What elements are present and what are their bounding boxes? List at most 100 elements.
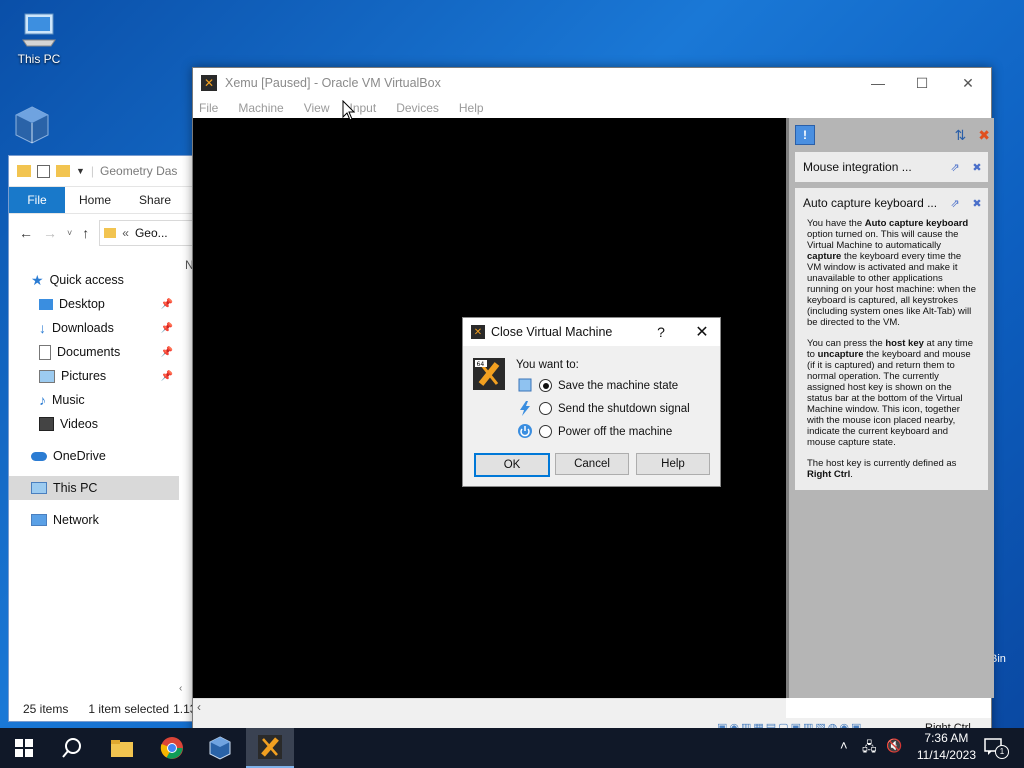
notification-mouse-integration: Mouse integration ... ⇗ ✖ bbox=[795, 152, 988, 182]
dialog-help-button[interactable]: ? bbox=[644, 324, 678, 340]
mouse-cursor-icon bbox=[342, 99, 356, 125]
sort-icon[interactable]: ⇅ bbox=[955, 127, 967, 144]
forward-arrow-icon[interactable]: → bbox=[43, 225, 57, 241]
minimize-button[interactable]: — bbox=[855, 68, 901, 98]
menu-machine[interactable]: Machine bbox=[238, 101, 283, 115]
close-icon[interactable]: ✖ bbox=[966, 197, 988, 210]
film-icon bbox=[39, 417, 54, 431]
notification-body: You have the Auto capture keyboard optio… bbox=[807, 218, 976, 480]
option-power-off[interactable]: Power off the machine bbox=[539, 425, 672, 438]
folder-icon bbox=[56, 165, 70, 177]
close-vm-dialog[interactable]: ✕ Close Virtual Machine ? ✕ 64 You want … bbox=[462, 317, 721, 487]
explorer-address-row: ← → ˅ ↑ « Geo... bbox=[9, 214, 194, 252]
item-count: 25 items bbox=[23, 702, 69, 716]
close-icon[interactable]: ✖ bbox=[966, 161, 988, 174]
music-note-icon: ♪ bbox=[39, 392, 46, 408]
ribbon-home-tab[interactable]: Home bbox=[65, 193, 125, 207]
nav-item-desktop[interactable]: Desktop 📌 bbox=[9, 292, 179, 316]
chevron-down-icon[interactable]: ˅ bbox=[67, 228, 72, 238]
radio-shutdown-signal[interactable] bbox=[539, 402, 552, 415]
cancel-button[interactable]: Cancel bbox=[555, 453, 629, 475]
notification-title: Auto capture keyboard ... bbox=[803, 196, 938, 210]
pin-icon[interactable]: 📌 bbox=[161, 323, 173, 334]
nav-item-quick-access[interactable]: ★ Quick access bbox=[9, 268, 179, 292]
nav-item-this-pc[interactable]: This PC bbox=[9, 476, 179, 500]
star-icon: ★ bbox=[31, 271, 44, 288]
nav-item-onedrive[interactable]: OneDrive bbox=[9, 444, 179, 468]
network-status-icon[interactable]: 🖧 bbox=[862, 738, 877, 760]
option-save-state[interactable]: Save the machine state bbox=[539, 379, 678, 392]
up-arrow-icon[interactable]: ↑ bbox=[82, 225, 89, 241]
nav-item-network[interactable]: Network bbox=[9, 508, 179, 532]
pin-icon[interactable]: 📌 bbox=[161, 347, 173, 358]
svg-text:64: 64 bbox=[477, 361, 485, 368]
nav-item-downloads[interactable]: ↓ Downloads 📌 bbox=[9, 316, 179, 340]
network-icon bbox=[31, 514, 47, 526]
nav-item-documents[interactable]: Documents 📌 bbox=[9, 340, 179, 364]
file-explorer-window[interactable]: ▼ | Geometry Das File Home Share ← → ˅ ↑… bbox=[8, 155, 195, 722]
dialog-close-button[interactable]: ✕ bbox=[684, 322, 720, 342]
ribbon-share-tab[interactable]: Share bbox=[125, 193, 185, 207]
dialog-prompt: You want to: bbox=[516, 359, 579, 371]
taskbar-xemu[interactable] bbox=[246, 728, 294, 768]
close-button[interactable]: ✕ bbox=[945, 68, 991, 98]
notification-auto-capture-keyboard: Auto capture keyboard ... ⇗ ✖ You have t… bbox=[795, 188, 988, 490]
nav-item-music[interactable]: ♪ Music bbox=[9, 388, 179, 412]
dont-show-again-icon[interactable]: ⇗ bbox=[944, 161, 966, 174]
menu-help[interactable]: Help bbox=[459, 101, 484, 115]
radio-power-off[interactable] bbox=[539, 425, 552, 438]
vbox-title: Xemu [Paused] - Oracle VM VirtualBox bbox=[225, 76, 441, 90]
xemu-icon: ✕ bbox=[471, 325, 485, 339]
back-arrow-icon[interactable]: ← bbox=[19, 225, 33, 241]
taskbar-file-explorer[interactable] bbox=[98, 728, 146, 768]
maximize-button[interactable]: ☐ bbox=[899, 68, 945, 98]
power-off-icon bbox=[517, 423, 533, 442]
ribbon-file-tab[interactable]: File bbox=[9, 187, 65, 213]
horizontal-scrollbar[interactable]: ‹ bbox=[193, 698, 786, 719]
nav-label: This PC bbox=[53, 481, 98, 495]
help-button[interactable]: Help bbox=[636, 453, 710, 475]
menu-view[interactable]: View bbox=[304, 101, 330, 115]
notification-count: 1 bbox=[995, 745, 1009, 759]
radio-save-state[interactable] bbox=[539, 379, 552, 392]
selected-count: 1 item selected bbox=[88, 702, 170, 716]
document-icon bbox=[39, 344, 51, 360]
nav-item-videos[interactable]: Videos bbox=[9, 412, 179, 436]
clock-time: 7:36 AM bbox=[924, 731, 969, 745]
virtualbox-icon bbox=[209, 736, 231, 760]
desktop-icon-virtualbox[interactable] bbox=[2, 105, 62, 147]
start-button[interactable] bbox=[0, 728, 48, 768]
notification-icon[interactable]: ! bbox=[795, 125, 815, 145]
clear-all-icon[interactable]: ✖ bbox=[978, 127, 990, 144]
volume-muted-icon[interactable]: 🔇 bbox=[886, 738, 902, 754]
option-shutdown-signal[interactable]: Send the shutdown signal bbox=[539, 402, 690, 415]
chevron-down-icon[interactable]: ▼ bbox=[76, 166, 85, 176]
taskbar-chrome[interactable] bbox=[148, 728, 196, 768]
scroll-left-icon[interactable]: ‹ bbox=[197, 700, 201, 714]
desktop-icon-this-pc[interactable]: This PC bbox=[4, 10, 74, 66]
menu-file[interactable]: File bbox=[199, 101, 218, 115]
monitor-icon bbox=[31, 482, 47, 494]
taskbar-virtualbox[interactable] bbox=[196, 728, 244, 768]
dont-show-again-icon[interactable]: ⇗ bbox=[944, 197, 966, 210]
ok-button[interactable]: OK bbox=[474, 453, 550, 477]
pin-icon[interactable]: 📌 bbox=[161, 299, 173, 310]
vm-os-icon: 64 bbox=[473, 358, 505, 393]
search-button[interactable] bbox=[48, 728, 96, 768]
option-label: Save the machine state bbox=[558, 379, 679, 392]
scroll-left-icon[interactable]: ‹ bbox=[179, 683, 182, 694]
action-center-button[interactable]: 1 bbox=[984, 738, 1009, 759]
pin-icon[interactable]: 📌 bbox=[161, 371, 173, 382]
nav-label: Network bbox=[53, 513, 99, 527]
chevron-up-icon[interactable]: ˄ bbox=[840, 738, 848, 753]
explorer-statusbar: 25 items 1 item selected 1.13 bbox=[9, 697, 194, 721]
monitor-icon bbox=[19, 10, 59, 50]
checkbox-icon[interactable] bbox=[37, 164, 50, 178]
address-bar[interactable]: « Geo... bbox=[99, 220, 194, 246]
nav-label: Videos bbox=[60, 417, 98, 431]
menu-devices[interactable]: Devices bbox=[396, 101, 439, 115]
option-label: Send the shutdown signal bbox=[558, 402, 690, 415]
taskbar-clock[interactable]: 7:36 AM 11/14/2023 bbox=[917, 730, 976, 764]
nav-item-pictures[interactable]: Pictures 📌 bbox=[9, 364, 179, 388]
folder-icon bbox=[111, 740, 133, 757]
